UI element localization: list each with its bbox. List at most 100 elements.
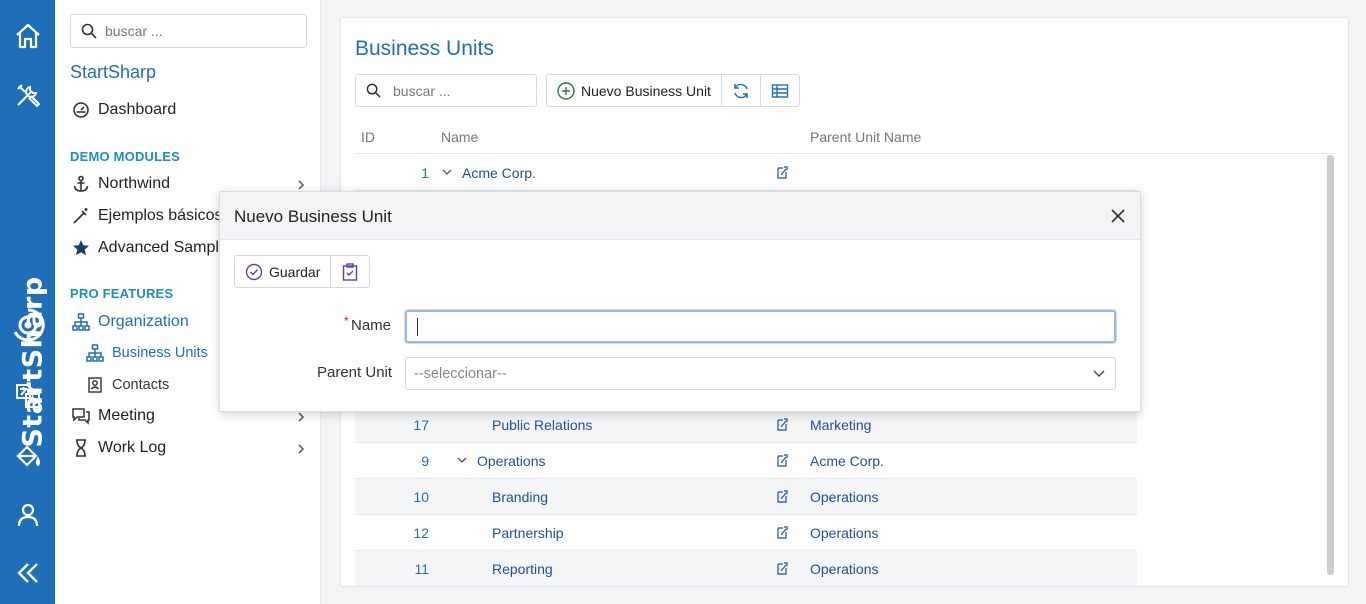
app-title[interactable]: StartSharp [70,62,156,83]
parent-unit-label: Parent Unit [317,364,393,381]
translate-icon[interactable] [12,380,44,412]
dialog-title: Nuevo Business Unit [234,207,392,226]
edit-icon[interactable] [776,526,788,539]
save-button[interactable]: Guardar [235,256,332,287]
chevron-right-icon [298,444,305,454]
chevron-down-icon [1093,370,1105,377]
apply-changes-button[interactable] [331,256,369,287]
sidebar-item-ejemplos[interactable]: Ejemplos básicos [70,204,223,228]
chevron-right-icon [298,412,305,422]
cell-name[interactable]: Operations [477,453,545,469]
sidebar-item-label: Advanced Samples [98,239,236,256]
clipboard-check-icon [343,262,358,281]
search-icon [81,23,97,39]
vertical-scrollbar[interactable] [1327,155,1334,575]
table-row[interactable]: 17 Public Relations Marketing [355,407,1137,443]
edit-icon[interactable] [776,490,788,503]
contact-card-icon [85,375,105,395]
chevron-right-icon [298,180,305,190]
close-icon[interactable] [1108,206,1128,226]
new-business-unit-dialog: Nuevo Business Unit Guardar * Name Paren… [219,191,1141,412]
cell-id: 10 [413,489,429,505]
table-row[interactable]: 1 Acme Corp. [355,155,1137,191]
table-row[interactable]: 12 Partnership Operations [355,515,1137,551]
cell-parent[interactable]: Operations [810,525,878,541]
name-input[interactable] [405,310,1116,343]
text-cursor [417,318,418,336]
chevron-down-icon[interactable] [442,167,452,177]
cell-name[interactable]: Public Relations [492,417,592,433]
plus-circle-icon [557,81,575,100]
sidebar-item-label: Northwind [98,175,171,192]
parent-unit-select[interactable]: --seleccionar-- [405,357,1116,390]
sidebar-item-organization[interactable]: Organization [70,310,189,334]
cell-id: 17 [413,417,429,433]
cell-name[interactable]: Acme Corp. [462,165,536,181]
table-row[interactable]: 10 Branding Operations [355,479,1137,515]
refresh-button[interactable] [722,75,761,106]
cell-parent[interactable]: Acme Corp. [810,453,884,469]
required-mark: * [344,314,349,328]
new-business-unit-button[interactable]: Nuevo Business Unit [547,75,722,106]
magic-wand-icon [70,205,92,227]
table-icon [771,83,789,98]
section-pro-features: PRO FEATURES [70,286,174,301]
table-row[interactable]: 11 Reporting Operations [355,551,1137,586]
sidebar-item-label: Business Units [112,345,208,361]
edit-icon[interactable] [776,562,788,575]
sidebar-item-label: Organization [98,313,189,330]
sidebar-item-label: Contacts [112,377,170,393]
header-divider [355,153,1335,154]
sidebar-search-input[interactable]: buscar ... [70,14,307,48]
cell-parent[interactable]: Operations [810,561,878,577]
refresh-icon [734,83,748,98]
left-rail: StartSharp [0,0,55,604]
check-circle-icon [245,263,263,280]
edit-icon[interactable] [776,418,788,431]
page-title: Business Units [355,37,494,60]
column-picker-button[interactable] [761,75,799,106]
collapse-icon[interactable] [12,557,44,589]
sidebar-item-contacts[interactable]: Contacts [85,374,169,396]
name-label: Name [351,317,392,334]
sidebar-item-advanced[interactable]: Advanced Samples [70,236,236,260]
sidebar-item-dashboard[interactable]: Dashboard [70,98,176,122]
parent-unit-placeholder: --seleccionar-- [414,366,507,382]
dialog-toolbar: Guardar [234,255,371,288]
dialog-header[interactable]: Nuevo Business Unit [220,192,1140,240]
edit-icon[interactable] [776,454,788,467]
grid-search-input[interactable]: buscar ... [355,74,537,107]
tools-icon[interactable] [12,79,44,111]
grid-toolbar: Nuevo Business Unit [546,74,800,107]
chevron-down-icon[interactable] [457,455,467,465]
home-icon[interactable] [12,20,44,52]
table-row[interactable]: 9 Operations Acme Corp. [355,443,1137,479]
paint-bucket-icon[interactable] [12,440,44,472]
section-demo-modules: DEMO MODULES [70,149,181,164]
cell-name[interactable]: Reporting [492,561,553,577]
sidebar-item-label: Ejemplos básicos [98,207,223,224]
cell-parent[interactable]: Marketing [810,417,871,433]
startsharp-logo: StartSharp [6,140,50,448]
sidebar-search-placeholder: buscar ... [105,23,163,39]
cell-name[interactable]: Partnership [492,525,564,541]
new-button-label: Nuevo Business Unit [581,82,711,99]
sidebar-item-northwind[interactable]: Northwind [70,172,170,196]
user-icon[interactable] [12,499,44,531]
sidebar-item-work-log[interactable]: Work Log [70,436,166,460]
edit-icon[interactable] [776,166,788,179]
grid-search-placeholder: buscar ... [393,82,451,99]
column-header-name[interactable]: Name [441,129,478,145]
column-header-id[interactable]: ID [361,129,375,145]
sidebar-item-business-units[interactable]: Business Units [85,342,208,364]
speedometer-icon [70,99,92,121]
sitemap-icon [70,311,92,333]
anchor-icon [70,173,92,195]
save-button-label: Guardar [269,263,321,280]
sidebar-item-label: Meeting [98,407,155,424]
sidebar-item-label: Dashboard [98,101,177,118]
column-header-parent[interactable]: Parent Unit Name [810,129,921,145]
cell-parent[interactable]: Operations [810,489,878,505]
sidebar-item-meeting[interactable]: Meeting [70,404,155,428]
cell-name[interactable]: Branding [492,489,548,505]
